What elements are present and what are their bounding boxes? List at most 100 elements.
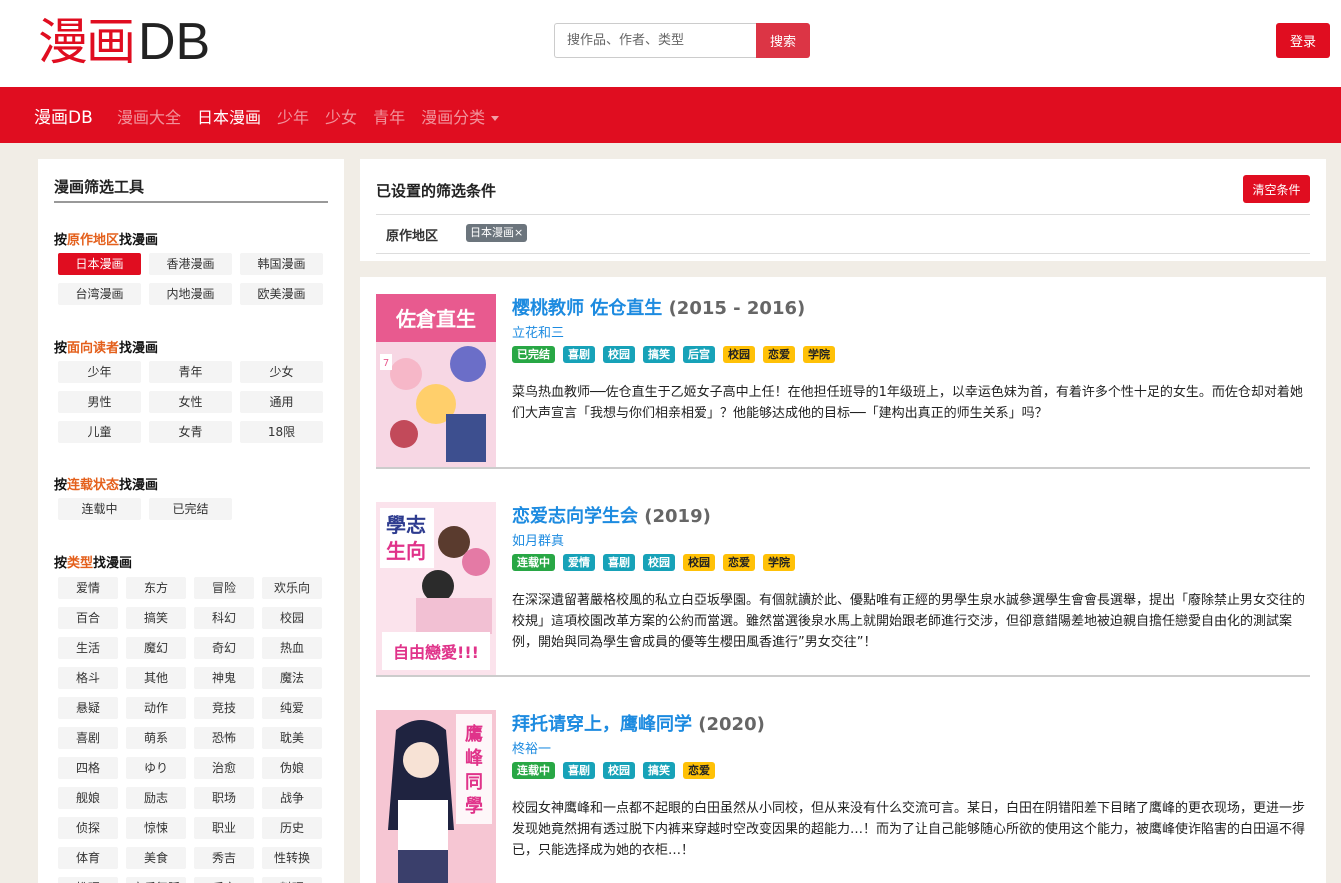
- genre-tag[interactable]: 励志: [126, 787, 186, 809]
- genre-tag[interactable]: 历史: [262, 817, 322, 839]
- nav-links: 漫画大全 日本漫画 少年 少女 青年 漫画分类: [117, 104, 515, 128]
- item-title[interactable]: 樱桃教师 佐仓直生 (2015 - 2016): [512, 294, 805, 320]
- genre-tag[interactable]: 生活: [58, 637, 118, 659]
- author-link[interactable]: 柊裕一: [512, 738, 551, 757]
- genre-tag[interactable]: 伪娘: [262, 757, 322, 779]
- genre-tag[interactable]: 冒险: [194, 577, 254, 599]
- search-input[interactable]: [554, 23, 756, 58]
- genre-tag[interactable]: 侦探: [58, 817, 118, 839]
- audience-tag[interactable]: 通用: [240, 391, 323, 413]
- genre-badge: 喜剧: [563, 346, 595, 363]
- cover-image[interactable]: 學志 生向 自由戀愛!!!: [376, 502, 496, 675]
- nav-link-seinen[interactable]: 青年: [373, 104, 405, 128]
- site-logo[interactable]: 漫画 DB: [38, 10, 210, 72]
- region-tag[interactable]: 欧美漫画: [240, 283, 323, 305]
- genre-tag[interactable]: 神鬼: [194, 667, 254, 689]
- year: (2019): [644, 506, 711, 527]
- genre-tag[interactable]: 纯爱: [262, 697, 322, 719]
- region-tag[interactable]: 日本漫画: [58, 253, 141, 275]
- genre-tag[interactable]: 魔幻: [126, 637, 186, 659]
- region-tag[interactable]: 韩国漫画: [240, 253, 323, 275]
- genre-tag[interactable]: 四格: [58, 757, 118, 779]
- genre-tag[interactable]: 舰娘: [58, 787, 118, 809]
- genre-tag[interactable]: 恐怖: [194, 727, 254, 749]
- genre-tag[interactable]: 爱情: [58, 577, 118, 599]
- audience-tag[interactable]: 男性: [58, 391, 141, 413]
- genre-tag[interactable]: 其他: [126, 667, 186, 689]
- author-link[interactable]: 如月群真: [512, 530, 564, 549]
- audience-tag[interactable]: 少女: [240, 361, 323, 383]
- nav-link-categories[interactable]: 漫画分类: [421, 104, 500, 128]
- genre-tag[interactable]: 搞笑: [126, 607, 186, 629]
- genre-tag[interactable]: 职业: [194, 817, 254, 839]
- login-button[interactable]: 登录: [1276, 23, 1330, 58]
- audience-tag[interactable]: 儿童: [58, 421, 141, 443]
- audience-tag[interactable]: 女青: [149, 421, 232, 443]
- tag-badge: 恋爱: [763, 346, 795, 363]
- genre-tag[interactable]: 音乐舞蹈: [126, 877, 186, 883]
- genre-tag[interactable]: 秀吉: [194, 847, 254, 869]
- genre-tag[interactable]: 格斗: [58, 667, 118, 689]
- search-button[interactable]: 搜索: [756, 23, 810, 58]
- genre-tag[interactable]: 战争: [262, 787, 322, 809]
- group-prefix: 按: [54, 233, 68, 248]
- item-title[interactable]: 恋爱志向学生会 (2019): [512, 502, 711, 528]
- genre-tag[interactable]: ゆり: [126, 757, 186, 779]
- sidebar-title: 漫画筛选工具: [54, 178, 145, 196]
- nav-link-shounen[interactable]: 少年: [277, 104, 309, 128]
- genre-tag[interactable]: 体育: [58, 847, 118, 869]
- genre-tag[interactable]: 悬疑: [58, 697, 118, 719]
- genre-tag[interactable]: 竞技: [194, 697, 254, 719]
- status-tag[interactable]: 已完结: [149, 498, 232, 520]
- genre-tag[interactable]: 东方: [126, 577, 186, 599]
- nav-brand[interactable]: 漫画DB: [34, 103, 93, 128]
- item-title[interactable]: 拜托请穿上，鹰峰同学 (2020): [512, 710, 765, 736]
- nav-link-japan[interactable]: 日本漫画: [197, 104, 261, 128]
- genre-tag[interactable]: 科幻: [194, 607, 254, 629]
- genre-tag[interactable]: 性转换: [262, 847, 322, 869]
- genre-tag[interactable]: 后宫: [194, 877, 254, 883]
- author-link[interactable]: 立花和三: [512, 322, 564, 341]
- genre-badge: 喜剧: [603, 554, 635, 571]
- genre-tag[interactable]: 治愈: [194, 757, 254, 779]
- clear-filters-button[interactable]: 清空条件: [1243, 175, 1310, 203]
- nav-link-shoujo[interactable]: 少女: [325, 104, 357, 128]
- region-tag[interactable]: 香港漫画: [149, 253, 232, 275]
- tag-badge: 校园: [723, 346, 755, 363]
- genre-tag[interactable]: 魔法: [262, 667, 322, 689]
- status-tag[interactable]: 连载中: [58, 498, 141, 520]
- genre-tag[interactable]: 萌系: [126, 727, 186, 749]
- badge-list: 连载中 喜剧 校园 搞笑 恋爱: [512, 762, 715, 779]
- audience-tag[interactable]: 青年: [149, 361, 232, 383]
- genre-tag[interactable]: 校园: [262, 607, 322, 629]
- genre-tag[interactable]: 欢乐向: [262, 577, 322, 599]
- audience-tag[interactable]: 少年: [58, 361, 141, 383]
- genre-tag[interactable]: 喜剧: [58, 727, 118, 749]
- nav-link-all[interactable]: 漫画大全: [117, 104, 181, 128]
- region-tag[interactable]: 台湾漫画: [58, 283, 141, 305]
- list-item: 學志 生向 自由戀愛!!! 恋爱志向学生会 (2019) 如月群真 连载中 爱情…: [376, 485, 1310, 677]
- filter-chip-remove[interactable]: 日本漫画×: [466, 224, 528, 242]
- genre-tag[interactable]: 动作: [126, 697, 186, 719]
- genre-tag[interactable]: 奇幻: [194, 637, 254, 659]
- chevron-down-icon: [491, 116, 500, 121]
- svg-text:學志: 學志: [386, 513, 426, 537]
- item-description: 菜鸟热血教师──佐仓直生于乙姬女子高中上任！在他担任班导的1年级班上，以幸运色妹…: [512, 385, 1303, 421]
- cover-image[interactable]: 佐倉直生 7: [376, 294, 496, 467]
- year: (2015 - 2016): [668, 298, 806, 319]
- genre-tag[interactable]: 耽美: [262, 727, 322, 749]
- genre-tag[interactable]: 料理: [262, 877, 322, 883]
- genre-tag[interactable]: 热血: [262, 637, 322, 659]
- audience-tag[interactable]: 女性: [149, 391, 232, 413]
- genre-tag[interactable]: 惊悚: [126, 817, 186, 839]
- genre-tag[interactable]: 百合: [58, 607, 118, 629]
- genre-tag[interactable]: 职场: [194, 787, 254, 809]
- svg-text:峰: 峰: [465, 747, 484, 769]
- genre-tag[interactable]: 美食: [126, 847, 186, 869]
- cover-image[interactable]: 鷹 峰 同 學: [376, 710, 496, 883]
- divider: [376, 253, 1310, 254]
- audience-tag[interactable]: 18限: [240, 421, 323, 443]
- genre-tag[interactable]: 推理: [58, 877, 118, 883]
- region-tag[interactable]: 内地漫画: [149, 283, 232, 305]
- svg-text:7: 7: [383, 358, 389, 369]
